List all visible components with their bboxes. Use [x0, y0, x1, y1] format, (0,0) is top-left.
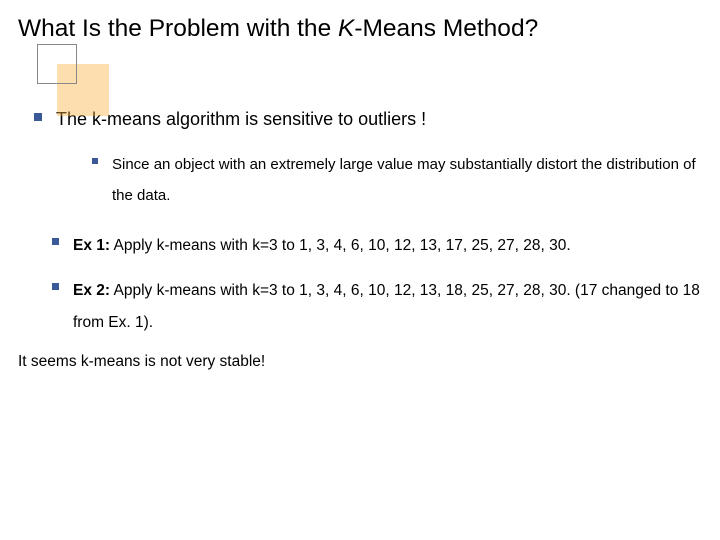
example-2-label: Ex 2: [73, 282, 110, 299]
bullet-2-text: Since an object with an extremely large … [112, 150, 702, 212]
example-2-text: Ex 2: Apply k-means with k=3 to 1, 3, 4,… [73, 275, 702, 339]
title-text-pre: What Is the Problem with the [18, 15, 338, 42]
example-2-body: Apply k-means with k=3 to 1, 3, 4, 6, 10… [73, 282, 700, 331]
bullet-example-1: Ex 1: Apply k-means with k=3 to 1, 3, 4,… [52, 230, 702, 262]
example-1-text: Ex 1: Apply k-means with k=3 to 1, 3, 4,… [73, 230, 571, 262]
bullet-icon [52, 238, 59, 245]
example-1-body: Apply k-means with k=3 to 1, 3, 4, 6, 10… [110, 237, 571, 254]
bullet-icon [52, 283, 59, 290]
decor-square-outline [37, 44, 77, 84]
conclusion-text: It seems k-means is not very stable! [18, 353, 702, 371]
title-decoration [37, 44, 95, 102]
slide-title: What Is the Problem with the K-Means Met… [18, 14, 702, 43]
example-1-label: Ex 1: [73, 237, 110, 254]
bullet-level-2: Since an object with an extremely large … [92, 150, 702, 212]
bullet-1-text: The k-means algorithm is sensitive to ou… [56, 105, 426, 134]
title-text-post: -Means Method? [354, 15, 538, 42]
bullet-icon [34, 113, 42, 121]
slide-container: What Is the Problem with the K-Means Met… [0, 0, 720, 389]
bullet-example-2: Ex 2: Apply k-means with k=3 to 1, 3, 4,… [52, 275, 702, 339]
bullet-list: The k-means algorithm is sensitive to ou… [18, 105, 702, 371]
bullet-level-1: The k-means algorithm is sensitive to ou… [34, 105, 702, 134]
title-k-italic: K [338, 15, 354, 42]
bullet-icon [92, 158, 98, 164]
